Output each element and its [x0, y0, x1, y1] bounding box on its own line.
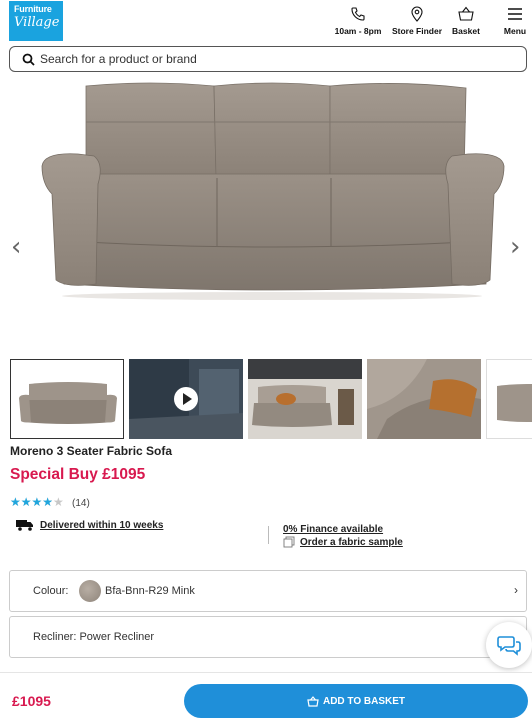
fabric-sample-link[interactable]: Order a fabric sample: [300, 537, 403, 548]
chat-bubbles-icon: [497, 636, 521, 656]
special-price: Special Buy £1095: [10, 466, 146, 483]
store-finder-link[interactable]: Store Finder: [390, 6, 444, 36]
product-main-image[interactable]: ‹ ›: [0, 74, 532, 354]
info-divider: [268, 526, 269, 544]
hamburger-menu-icon: [508, 8, 522, 20]
fabric-swatch-icon: [283, 536, 295, 548]
thumbnail-1[interactable]: [10, 359, 124, 439]
gallery-next-arrow[interactable]: ›: [510, 234, 520, 260]
menu-button[interactable]: Menu: [500, 6, 530, 36]
site-header: Furniture Village 10am - 8pm Store Finde…: [0, 0, 532, 44]
gallery-thumbnails: [10, 359, 532, 439]
thumbnail-sofa-angle-image: [487, 360, 532, 438]
basket-label: Basket: [452, 26, 480, 36]
menu-label: Menu: [503, 26, 527, 36]
colour-selector[interactable]: Colour: Bfa-Bnn-R29 Mink ›: [9, 570, 527, 612]
delivery-info: Delivered within 10 weeks: [16, 519, 163, 531]
phone-icon: [351, 7, 365, 21]
logo-line1: Furniture: [14, 4, 52, 14]
fabric-sample-info: Order a fabric sample: [283, 536, 403, 548]
thumbnail-3[interactable]: [248, 359, 362, 439]
location-pin-icon: [411, 6, 423, 22]
basket-link[interactable]: Basket: [449, 6, 483, 36]
colour-value: Bfa-Bnn-R29 Mink: [105, 585, 195, 597]
opening-hours-label: 10am - 8pm: [334, 26, 382, 36]
footer-price: £1095: [12, 693, 51, 709]
thumbnail-4[interactable]: [367, 359, 481, 439]
store-finder-label: Store Finder: [391, 26, 443, 36]
colour-label: Colour:: [33, 585, 69, 597]
product-title: Moreno 3 Seater Fabric Sofa: [10, 444, 173, 458]
thumbnail-detail-image: [367, 359, 481, 439]
chevron-right-icon: ›: [514, 583, 518, 597]
thumbnail-room-image: [248, 359, 362, 439]
furniture-village-logo[interactable]: Furniture Village: [9, 1, 63, 41]
thumbnail-5[interactable]: [486, 359, 532, 439]
search-icon: [22, 53, 35, 66]
recliner-selector[interactable]: Recliner: Power Recliner: [9, 616, 527, 658]
add-to-basket-label: ADD TO BASKET: [322, 695, 406, 707]
finance-info: 0% Finance available: [283, 519, 383, 537]
basket-icon: [458, 6, 474, 21]
product-rating[interactable]: ★★★★★ ★★★★★ (14): [10, 495, 90, 510]
sofa-image: [41, 82, 505, 300]
colour-swatch: [79, 580, 101, 602]
gallery-prev-arrow[interactable]: ‹: [11, 234, 21, 260]
play-icon: [174, 387, 198, 411]
chat-button[interactable]: [486, 622, 532, 668]
finance-link[interactable]: 0% Finance available: [283, 524, 383, 535]
basket-icon: [307, 695, 319, 707]
recliner-label: Recliner: Power Recliner: [33, 631, 155, 643]
search-bar[interactable]: [9, 46, 527, 72]
search-input[interactable]: [40, 50, 510, 68]
delivery-truck-icon: [16, 520, 33, 531]
sticky-footer: £1095 ADD TO BASKET: [0, 672, 532, 724]
logo-line2: Village: [14, 15, 60, 30]
review-count[interactable]: (14): [72, 498, 90, 509]
thumbnail-video[interactable]: [129, 359, 243, 439]
opening-hours-link[interactable]: 10am - 8pm: [333, 6, 383, 36]
add-to-basket-button[interactable]: ADD TO BASKET: [184, 684, 528, 718]
thumbnail-sofa-image: [11, 360, 123, 438]
delivery-link[interactable]: Delivered within 10 weeks: [40, 520, 163, 531]
star-rating-icon: ★★★★★ ★★★★★: [10, 495, 64, 509]
